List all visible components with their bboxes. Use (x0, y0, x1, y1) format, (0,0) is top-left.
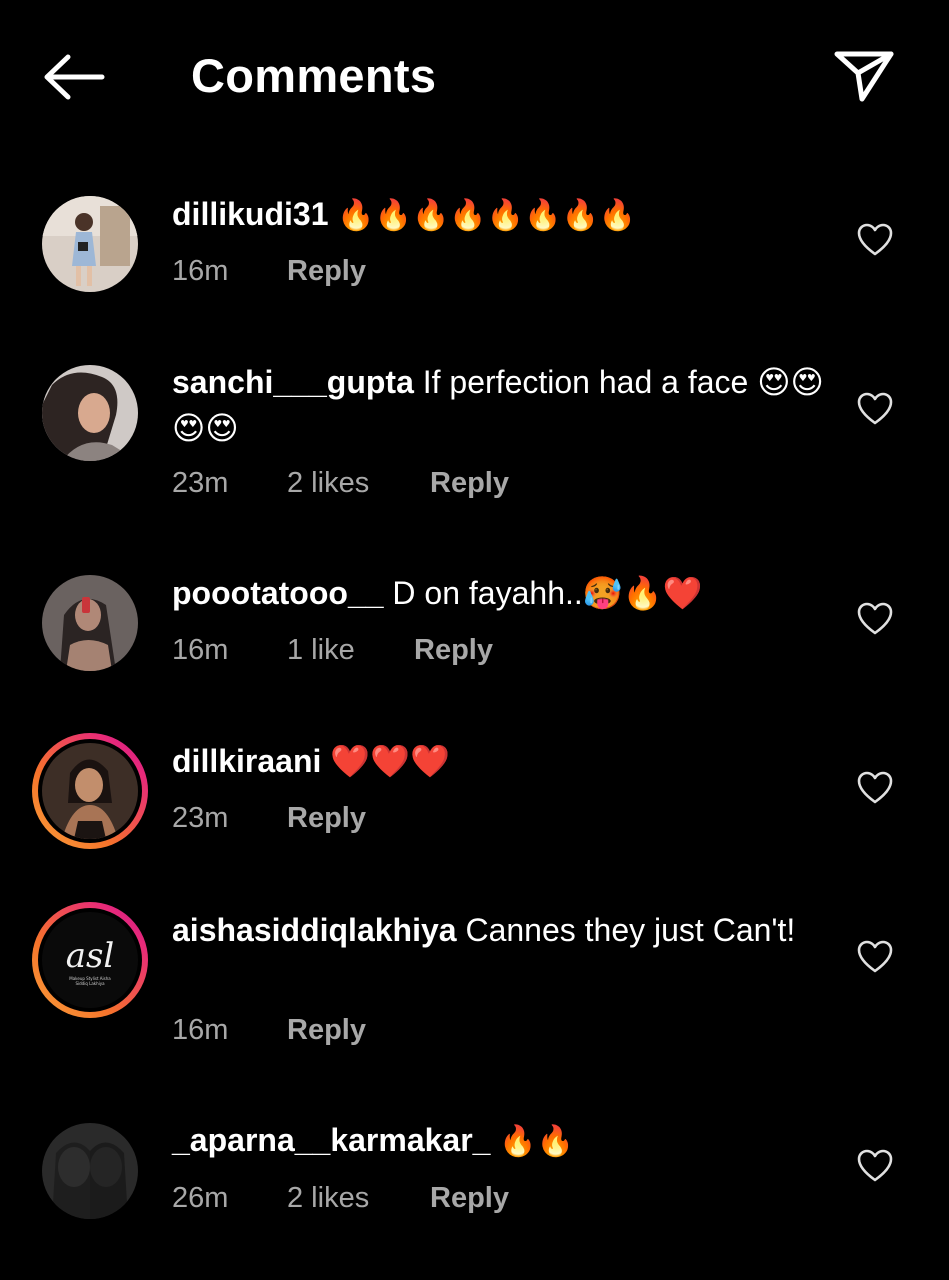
heart-icon[interactable] (856, 391, 894, 427)
comment-text: 🔥🔥🔥🔥🔥🔥🔥🔥 (337, 198, 637, 233)
comment-meta: 16m Reply (172, 1010, 366, 1050)
comment-body: sanchi___gupta If perfection had a face … (172, 359, 832, 451)
avatar-story-ring[interactable]: asl Makeup Stylist Aisha Siddiq Lakhiya (32, 902, 148, 1018)
avatar: asl Makeup Stylist Aisha Siddiq Lakhiya (42, 912, 138, 1008)
avatar (42, 743, 138, 839)
comment-meta: 16m Reply (172, 251, 366, 291)
avatar[interactable] (42, 196, 138, 292)
comment-time: 16m (172, 255, 229, 287)
comment-time: 16m (172, 634, 229, 666)
heart-icon[interactable] (856, 601, 894, 637)
comment-meta: 26m 2 likes Reply (172, 1178, 509, 1218)
comment-text: Cannes they just Can't! (465, 912, 796, 948)
reply-button[interactable]: Reply (287, 798, 366, 838)
reply-button[interactable]: Reply (287, 1010, 366, 1050)
comment-time: 23m (172, 802, 229, 834)
comment-username[interactable]: poootatooo__ (172, 575, 384, 611)
header-bar: Comments (0, 0, 949, 150)
paper-plane-icon (834, 51, 894, 102)
comment-username[interactable]: _aparna__karmakar_ (172, 1122, 490, 1158)
likes-count[interactable]: 1 like (287, 630, 414, 670)
comment-body: dillkiraani ❤️❤️❤️ (172, 738, 832, 784)
back-button[interactable] (40, 50, 106, 104)
comment-text: D on fayahh..🥵🔥❤️ (392, 575, 703, 611)
comment-time: 23m (172, 467, 229, 499)
avatar-story-ring[interactable] (32, 733, 148, 849)
heart-icon[interactable] (856, 1148, 894, 1184)
likes-count[interactable]: 2 likes (287, 463, 430, 503)
heart-icon[interactable] (856, 770, 894, 806)
comment-username[interactable]: dillikudi31 (172, 196, 328, 232)
comment-body: aishasiddiqlakhiya Cannes they just Can'… (172, 907, 832, 953)
avatar[interactable] (42, 575, 138, 671)
share-button[interactable] (832, 46, 896, 106)
comment-username[interactable]: aishasiddiqlakhiya (172, 912, 457, 948)
comment-text: ❤️❤️❤️ (330, 743, 450, 779)
comment-text: 🔥🔥 (499, 1124, 575, 1159)
page-title: Comments (191, 49, 437, 102)
avatar[interactable] (42, 365, 138, 461)
comment-username[interactable]: sanchi___gupta (172, 364, 414, 400)
heart-icon[interactable] (856, 222, 894, 258)
avatar-logo-subtext: Makeup Stylist Aisha Siddiq Lakhiya (69, 976, 111, 986)
comment-time: 16m (172, 1014, 229, 1046)
reply-button[interactable]: Reply (414, 630, 493, 670)
comment-meta: 16m 1 like Reply (172, 630, 493, 670)
heart-icon[interactable] (856, 939, 894, 975)
comment-body: _aparna__karmakar_ 🔥🔥 (172, 1117, 832, 1165)
comment-body: poootatooo__ D on fayahh..🥵🔥❤️ (172, 570, 832, 616)
likes-count[interactable]: 2 likes (287, 1178, 430, 1218)
reply-button[interactable]: Reply (430, 463, 509, 503)
comment-meta: 23m Reply (172, 798, 366, 838)
reply-button[interactable]: Reply (430, 1178, 509, 1218)
avatar-logo: asl (65, 936, 115, 976)
avatar[interactable] (42, 1123, 138, 1219)
comment-time: 26m (172, 1182, 229, 1214)
reply-button[interactable]: Reply (287, 251, 366, 291)
comment-body: dillikudi31 🔥🔥🔥🔥🔥🔥🔥🔥 (172, 191, 832, 239)
comment-username[interactable]: dillkiraani (172, 743, 321, 779)
arrow-left-icon (44, 54, 105, 100)
comment-meta: 23m 2 likes Reply (172, 463, 509, 503)
